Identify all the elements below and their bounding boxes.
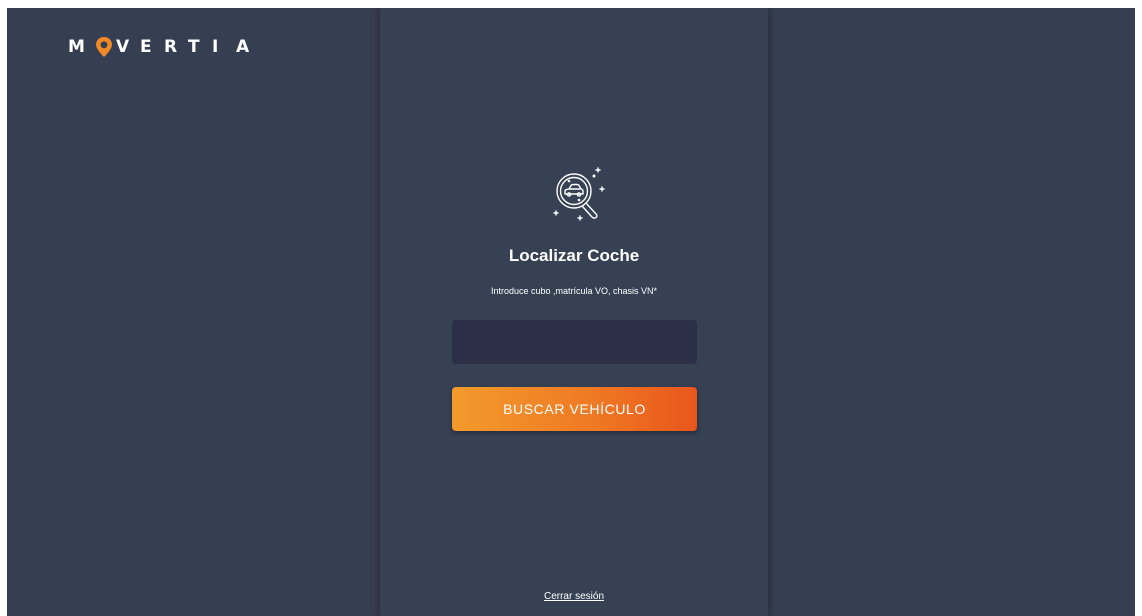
logo-letter: I — [212, 37, 219, 57]
logo-letter: T — [188, 37, 200, 57]
car-magnifier-icon — [550, 164, 606, 224]
logout-link[interactable]: Cerrar sesión — [544, 591, 604, 602]
logo-letter: V — [116, 37, 130, 57]
location-pin-icon — [92, 35, 116, 59]
logo-letter: E — [140, 37, 152, 57]
right-panel — [773, 8, 1135, 616]
logo-letter: R — [164, 37, 178, 57]
left-panel: M V E R T I A — [7, 8, 375, 616]
logo-letter: A — [236, 37, 250, 57]
app-screen: M V E R T I A Localizar Coche Introduce … — [7, 8, 1135, 616]
brand-logo: M V E R T I A — [68, 35, 260, 59]
logout-container: Cerrar sesión — [380, 586, 768, 604]
search-instructions: Introduce cubo ,matrícula VO, chasis VN* — [490, 286, 658, 296]
search-vehicle-button[interactable]: BUSCAR VEHÍCULO — [452, 387, 697, 431]
logo-letter: M — [68, 37, 85, 57]
locator-panel: Localizar Coche Introduce cubo ,matrícul… — [380, 8, 768, 616]
page-title: Localizar Coche — [508, 246, 640, 265]
vehicle-search-input[interactable] — [452, 320, 697, 364]
